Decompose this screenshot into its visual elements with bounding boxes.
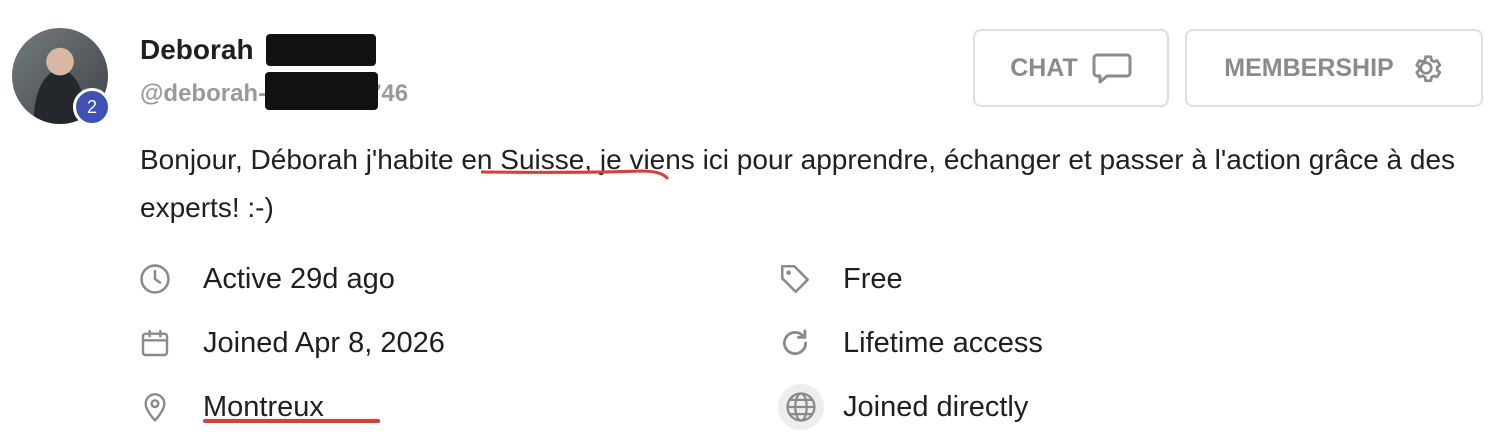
tag-icon xyxy=(778,262,812,296)
level-badge: 2 xyxy=(73,88,111,126)
location-annotation-underline xyxy=(203,419,380,423)
profile-bio: Bonjour, Déborah j'habite en Suisse, je … xyxy=(140,144,1456,223)
active-status: Active 29d ago xyxy=(203,263,395,295)
chat-button[interactable]: CHAT xyxy=(973,29,1169,107)
gear-icon xyxy=(1415,55,1441,83)
location-pin-icon xyxy=(138,390,172,424)
bio-annotation-underline xyxy=(481,169,669,180)
profile-name: Deborah xyxy=(140,34,254,65)
refresh-icon xyxy=(778,326,812,360)
chat-bubble-icon xyxy=(1092,53,1132,84)
join-method: Joined directly xyxy=(843,391,1029,423)
joined-date: Joined Apr 8, 2026 xyxy=(203,327,445,359)
handle-prefix: @deborah- xyxy=(140,80,267,107)
redaction-bar xyxy=(266,34,376,66)
redaction-bar xyxy=(265,72,378,110)
membership-button-label: MEMBERSHIP xyxy=(1224,53,1394,82)
clock-icon xyxy=(138,262,172,296)
chat-button-label: CHAT xyxy=(1010,53,1078,82)
pricing-tier: Free xyxy=(843,263,903,295)
access-duration: Lifetime access xyxy=(843,327,1043,359)
membership-button[interactable]: MEMBERSHIP xyxy=(1185,29,1483,107)
calendar-icon xyxy=(138,326,172,360)
globe-icon xyxy=(778,384,824,430)
